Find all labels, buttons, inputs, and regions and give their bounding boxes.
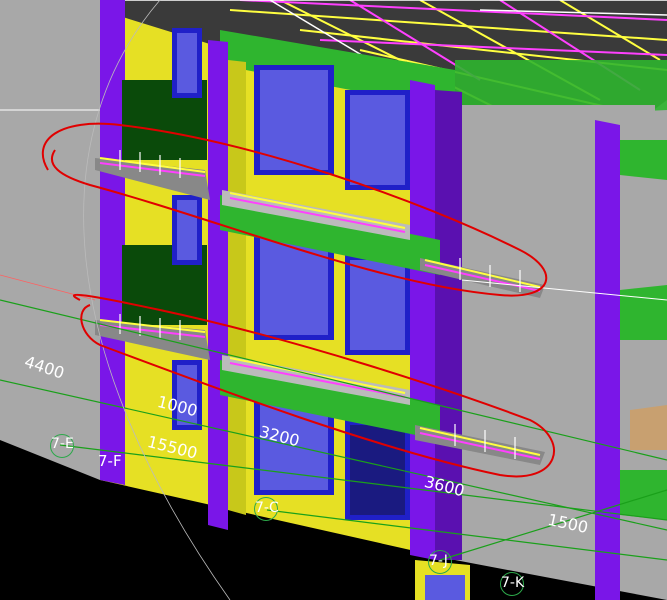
parapet <box>455 105 655 135</box>
grid-axis-label: 7-C <box>255 500 279 516</box>
column-yellow-pilaster <box>228 60 246 515</box>
building-model[interactable] <box>0 0 667 600</box>
left-wall <box>0 0 100 480</box>
base-window <box>425 575 465 600</box>
small-windows <box>172 28 202 430</box>
column-far-right <box>595 120 620 600</box>
balcony-railing <box>630 405 667 450</box>
grid-axis-label: 7-E <box>51 436 74 452</box>
column-mid <box>208 40 228 530</box>
grid-axis-label: 7-K <box>501 575 525 591</box>
column-left <box>100 0 125 485</box>
facade-windows <box>254 65 410 520</box>
grid-axis-label: 7-J <box>429 553 448 569</box>
cad-3d-viewport[interactable]: 4400 1000 15500 3200 3600 1500 7-E 7-F 7… <box>0 0 667 600</box>
grid-axis-label: 7-F <box>98 452 122 470</box>
